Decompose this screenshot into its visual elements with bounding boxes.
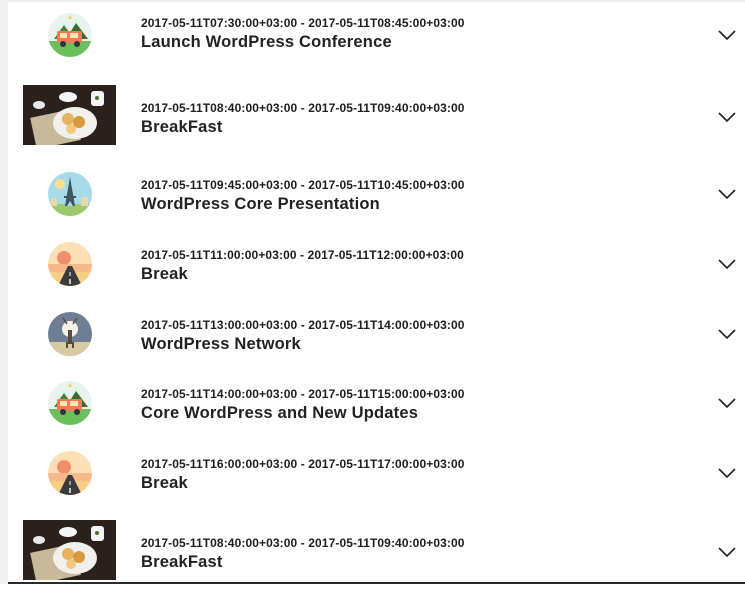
breakfast-photo [23, 520, 116, 580]
schedule-item[interactable]: 2017-05-11T09:45:00+03:00 - 2017-05-11T1… [8, 162, 745, 232]
session-time: 2017-05-11T16:00:00+03:00 - 2017-05-11T1… [141, 457, 465, 471]
schedule-item[interactable]: 2017-05-11T08:40:00+03:00 - 2017-05-11T0… [8, 85, 745, 155]
chevron-down-icon[interactable] [718, 547, 740, 561]
chevron-down-icon[interactable] [718, 259, 740, 273]
schedule-item[interactable]: 2017-05-11T11:00:00+03:00 - 2017-05-11T1… [8, 232, 745, 302]
schedule-item[interactable]: 2017-05-11T14:00:00+03:00 - 2017-05-11T1… [8, 371, 745, 441]
schedule-item[interactable]: 2017-05-11T08:40:00+03:00 - 2017-05-11T0… [8, 520, 745, 590]
chevron-down-icon[interactable] [718, 112, 740, 126]
session-title: BreakFast [141, 118, 223, 136]
session-time: 2017-05-11T08:40:00+03:00 - 2017-05-11T0… [141, 536, 465, 550]
camper-van-icon [48, 13, 92, 57]
chevron-down-icon[interactable] [718, 398, 740, 412]
chevron-down-icon[interactable] [718, 468, 740, 482]
session-title: Core WordPress and New Updates [141, 404, 419, 422]
schedule-item[interactable]: 2017-05-11T13:00:00+03:00 - 2017-05-11T1… [8, 302, 745, 372]
session-time: 2017-05-11T09:45:00+03:00 - 2017-05-11T1… [141, 178, 465, 192]
sunset-road-icon [48, 242, 92, 286]
chevron-down-icon[interactable] [718, 30, 740, 44]
camper-van-icon [48, 381, 92, 425]
breakfast-photo [23, 85, 116, 145]
eiffel-tower-icon [48, 172, 92, 216]
chevron-down-icon[interactable] [718, 189, 740, 203]
schedule-list: 2017-05-11T07:30:00+03:00 - 2017-05-11T0… [0, 0, 745, 584]
session-time: 2017-05-11T07:30:00+03:00 - 2017-05-11T0… [141, 16, 465, 30]
session-time: 2017-05-11T11:00:00+03:00 - 2017-05-11T1… [141, 248, 464, 262]
session-title: WordPress Network [141, 335, 301, 353]
schedule-item[interactable]: 2017-05-11T16:00:00+03:00 - 2017-05-11T1… [8, 441, 745, 511]
chevron-down-icon[interactable] [718, 329, 740, 343]
session-time: 2017-05-11T14:00:00+03:00 - 2017-05-11T1… [141, 387, 465, 401]
session-title: WordPress Core Presentation [141, 195, 380, 213]
sunset-road-icon [48, 451, 92, 495]
session-title: Launch WordPress Conference [141, 33, 392, 51]
session-title: Break [141, 265, 188, 283]
session-time: 2017-05-11T08:40:00+03:00 - 2017-05-11T0… [141, 101, 465, 115]
session-title: Break [141, 474, 188, 492]
deer-icon [48, 312, 92, 356]
schedule-item[interactable]: 2017-05-11T07:30:00+03:00 - 2017-05-11T0… [8, 0, 745, 70]
session-title: BreakFast [141, 553, 223, 571]
session-time: 2017-05-11T13:00:00+03:00 - 2017-05-11T1… [141, 318, 465, 332]
